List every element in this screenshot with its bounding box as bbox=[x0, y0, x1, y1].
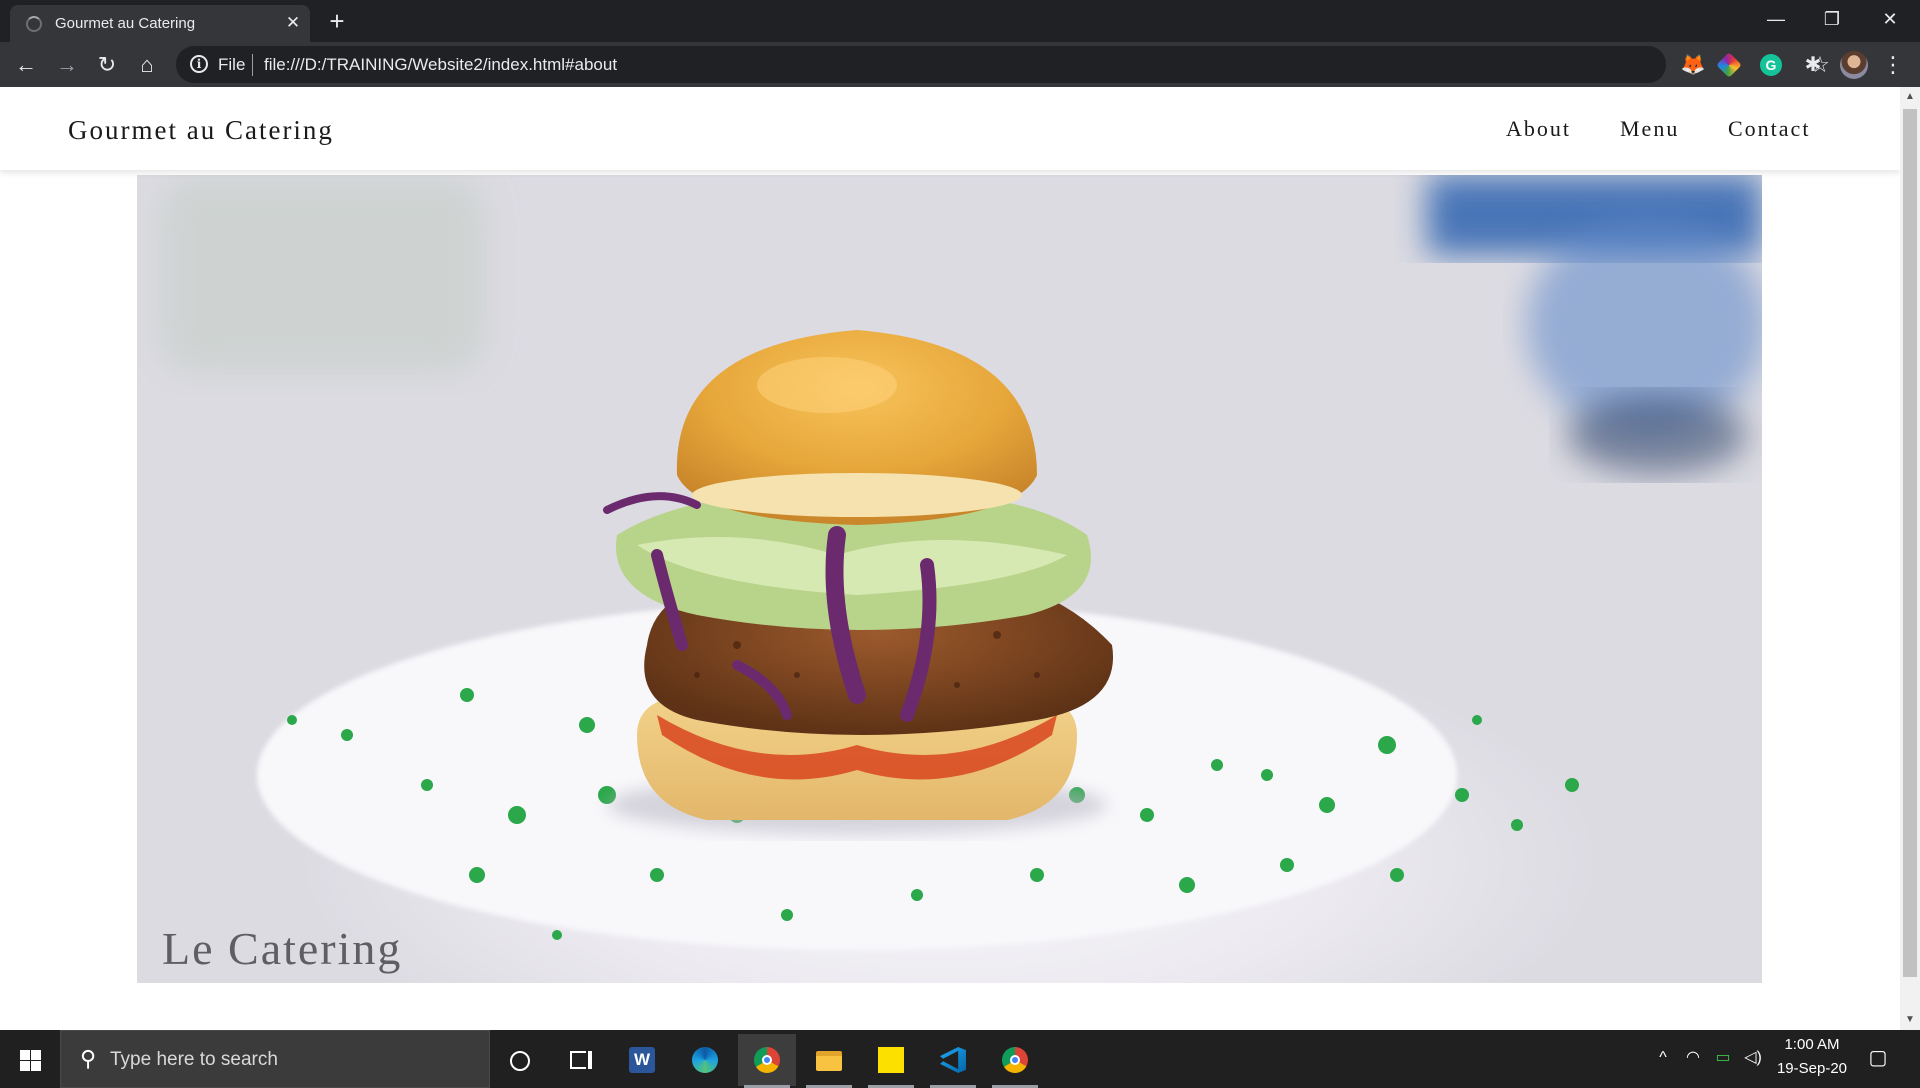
profile-avatar[interactable] bbox=[1840, 51, 1868, 79]
burger-photo bbox=[157, 175, 1762, 950]
scroll-thumb[interactable] bbox=[1903, 109, 1917, 977]
taskbar-search-box[interactable]: ⚲ Type here to search bbox=[60, 1030, 490, 1088]
vscode-icon[interactable] bbox=[924, 1034, 982, 1088]
sticky-notes-icon[interactable] bbox=[862, 1034, 920, 1088]
page-viewport: Gourmet au Catering About Menu Contact L… bbox=[0, 87, 1900, 1030]
page-scrollbar[interactable]: ▲ ▼ bbox=[1900, 87, 1920, 1030]
search-placeholder: Type here to search bbox=[110, 1049, 278, 1070]
hero-caption: Le Catering bbox=[162, 923, 403, 974]
search-icon: ⚲ bbox=[79, 1046, 97, 1071]
edge-icon[interactable] bbox=[676, 1034, 734, 1086]
windows-logo-icon bbox=[20, 1050, 41, 1071]
address-separator bbox=[252, 54, 253, 76]
nav-link-menu[interactable]: Menu bbox=[1620, 116, 1679, 142]
tab-favicon-icon bbox=[26, 16, 42, 32]
browser-titlebar: Gourmet au Catering ✕ + — ❐ ✕ bbox=[0, 0, 1920, 42]
colorpick-extension-icon[interactable] bbox=[1716, 52, 1742, 78]
notifications-icon[interactable]: ▢ bbox=[1866, 1046, 1890, 1070]
network-icon[interactable]: ◠ bbox=[1681, 1046, 1705, 1070]
address-scheme-label: File bbox=[218, 55, 246, 74]
scroll-down-arrow-icon[interactable]: ▼ bbox=[1900, 1012, 1920, 1028]
forward-button[interactable]: → bbox=[51, 49, 83, 81]
metamask-extension-icon[interactable]: 🦊 bbox=[1680, 52, 1706, 78]
new-tab-button[interactable]: + bbox=[322, 6, 352, 36]
tab-title: Gourmet au Catering bbox=[55, 15, 196, 32]
site-brand[interactable]: Gourmet au Catering bbox=[68, 115, 334, 146]
reload-button[interactable]: ↻ bbox=[91, 49, 123, 81]
scroll-up-arrow-icon[interactable]: ▲ bbox=[1900, 89, 1920, 105]
grammarly-extension-icon[interactable]: G bbox=[1760, 54, 1782, 76]
address-url[interactable]: file:///D:/TRAINING/Website2/index.html#… bbox=[264, 55, 617, 75]
chrome-icon-2[interactable] bbox=[986, 1034, 1044, 1088]
address-bar[interactable]: i File file:///D:/TRAINING/Website2/inde… bbox=[176, 46, 1830, 83]
word-icon[interactable]: W bbox=[613, 1034, 671, 1086]
file-explorer-icon[interactable] bbox=[800, 1034, 858, 1088]
hero-image bbox=[137, 175, 1762, 983]
burger-shape bbox=[603, 330, 1114, 835]
browser-tab-active[interactable]: Gourmet au Catering ✕ bbox=[10, 5, 310, 42]
chrome-menu-icon[interactable]: ⋮ bbox=[1882, 50, 1904, 80]
clock-time[interactable]: 1:00 AM bbox=[1772, 1036, 1852, 1053]
home-button[interactable]: ⌂ bbox=[131, 49, 163, 81]
close-window-button[interactable]: ✕ bbox=[1862, 0, 1918, 38]
restore-button[interactable]: ❐ bbox=[1804, 0, 1860, 38]
task-view-icon[interactable] bbox=[550, 1034, 608, 1086]
minimize-button[interactable]: — bbox=[1748, 0, 1804, 38]
site-info-icon[interactable]: i bbox=[190, 55, 208, 73]
nav-link-contact[interactable]: Contact bbox=[1728, 116, 1810, 142]
cortana-icon[interactable] bbox=[490, 1034, 548, 1086]
windows-taskbar: ⚲ Type here to search W ^ ◠ ▭ ◁) 1:00 AM… bbox=[0, 1030, 1920, 1088]
start-button[interactable] bbox=[0, 1030, 60, 1088]
chrome-icon[interactable] bbox=[738, 1034, 796, 1088]
tab-close-icon[interactable]: ✕ bbox=[282, 12, 304, 34]
nav-link-about[interactable]: About bbox=[1506, 116, 1571, 142]
clock-date[interactable]: 19-Sep-20 bbox=[1772, 1060, 1852, 1077]
tray-chevron-icon[interactable]: ^ bbox=[1651, 1046, 1675, 1070]
extensions-puzzle-icon[interactable]: ✱ bbox=[1800, 52, 1826, 78]
blurred-glass-shape bbox=[157, 175, 487, 375]
browser-toolbar: ← → ↻ ⌂ i File file:///D:/TRAINING/Websi… bbox=[0, 42, 1920, 87]
battery-icon[interactable]: ▭ bbox=[1711, 1046, 1735, 1070]
volume-icon[interactable]: ◁) bbox=[1741, 1046, 1765, 1070]
back-button[interactable]: ← bbox=[10, 49, 42, 81]
site-header: Gourmet au Catering About Menu Contact bbox=[0, 87, 1900, 170]
